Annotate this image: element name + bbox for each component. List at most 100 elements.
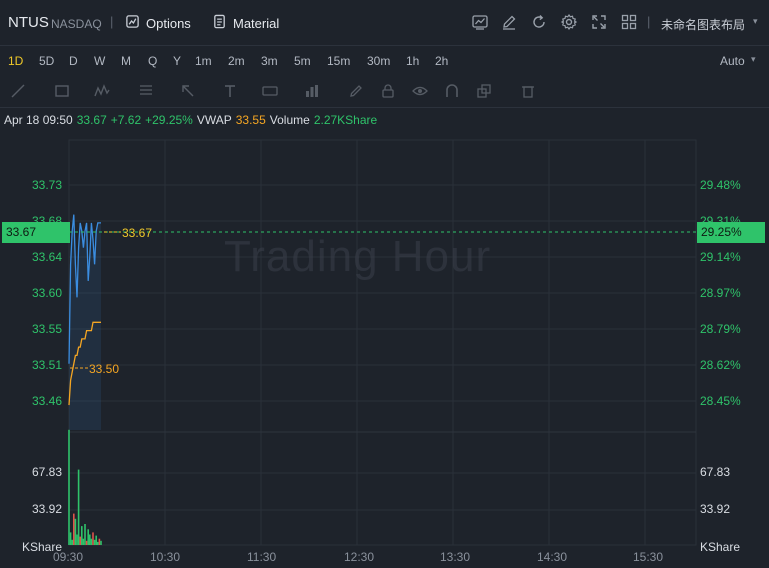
- settings-gear-icon[interactable]: [560, 13, 578, 31]
- quote-change: +7.62: [110, 113, 142, 127]
- material-label: Material: [233, 15, 280, 31]
- interval-d[interactable]: D: [69, 54, 78, 68]
- volume-bar: [97, 541, 99, 545]
- layout-name-dropdown[interactable]: 未命名图表布局: [661, 16, 745, 33]
- vwap-label: VWAP: [196, 113, 232, 127]
- last-price-line-label: 33.67: [122, 226, 153, 240]
- interval-w[interactable]: W: [94, 54, 105, 68]
- volume-bar: [87, 529, 89, 545]
- scale-chevron-down-icon[interactable]: ▾: [751, 54, 756, 65]
- interval-30m[interactable]: 30m: [367, 54, 390, 68]
- refresh-icon[interactable]: [530, 13, 548, 31]
- left-axis-price-label: 33.46: [32, 394, 63, 408]
- time-axis-label: 14:30: [537, 550, 568, 564]
- layout-grid-icon[interactable]: [620, 13, 638, 31]
- quote-change-pct: +29.25%: [145, 113, 193, 127]
- symbol-ticker[interactable]: NTUS: [8, 14, 49, 31]
- left-axis-price-label: 33.55: [32, 322, 63, 336]
- volume-bar: [89, 534, 91, 545]
- chart-type-icon[interactable]: [471, 13, 489, 31]
- pencil-tool-icon[interactable]: [348, 83, 364, 99]
- volume-bar: [71, 539, 73, 545]
- vwap-value: 33.55: [235, 113, 266, 127]
- interval-2m[interactable]: 2m: [228, 54, 245, 68]
- interval-m[interactable]: M: [121, 54, 131, 68]
- options-icon: [125, 14, 140, 32]
- volume-bar: [76, 534, 78, 545]
- time-axis-label: 13:30: [440, 550, 471, 564]
- options-label: Options: [146, 15, 191, 31]
- edit-icon[interactable]: [500, 13, 518, 31]
- time-axis-label: 15:30: [633, 550, 664, 564]
- volume-bar: [68, 429, 70, 545]
- volume-axis-unit-right: KShare: [700, 540, 741, 554]
- time-axis-label: 09:30: [53, 550, 84, 564]
- right-axis-pct-label: 28.97%: [700, 286, 741, 300]
- trendline-tool-icon[interactable]: [10, 83, 26, 99]
- interval-2h[interactable]: 2h: [435, 54, 448, 68]
- quote-legend: Apr 18 09:50 33.67 +7.62 +29.25% VWAP 33…: [4, 113, 377, 127]
- lock-icon[interactable]: [380, 83, 396, 99]
- volume-axis-label-right: 67.83: [700, 465, 731, 479]
- options-button[interactable]: Options: [125, 13, 191, 33]
- volume-bar: [90, 538, 93, 545]
- indicator-tool-icon[interactable]: [304, 83, 320, 99]
- exchange-name: NASDAQ: [51, 17, 102, 31]
- right-axis-pct-label: 28.45%: [700, 394, 741, 408]
- volume-bar: [100, 540, 102, 545]
- volume-bar: [69, 532, 72, 545]
- volume-bar: [73, 513, 75, 545]
- left-axis-price-label: 33.64: [32, 250, 63, 264]
- volume-label: Volume: [269, 113, 310, 127]
- left-axis-price-label: 33.51: [32, 358, 63, 372]
- chart-watermark: Trading Hour: [224, 232, 492, 281]
- layout-chevron-down-icon[interactable]: ▾: [753, 16, 758, 27]
- interval-1h[interactable]: 1h: [406, 54, 419, 68]
- drawing-toolbar: [0, 74, 769, 108]
- measure-tool-icon[interactable]: [262, 83, 278, 99]
- scale-mode-dropdown[interactable]: Auto: [720, 54, 745, 68]
- interval-5m[interactable]: 5m: [294, 54, 311, 68]
- text-tool-icon[interactable]: [222, 83, 238, 99]
- interval-bar: 1D 5D D W M Q Y 1m 2m 3m 5m 15m 30m 1h 2…: [0, 46, 769, 74]
- last-price-badge-left: 33.67: [2, 222, 70, 243]
- interval-5d[interactable]: 5D: [39, 54, 54, 68]
- chart-canvas[interactable]: [0, 130, 769, 568]
- rectangle-tool-icon[interactable]: [54, 83, 70, 99]
- material-icon: [212, 14, 227, 32]
- time-axis-label: 10:30: [150, 550, 181, 564]
- interval-y[interactable]: Y: [173, 54, 181, 68]
- top-toolbar: NTUS NASDAQ | Options Material | 未命名图表布局…: [0, 0, 769, 46]
- volume-bar: [82, 538, 85, 545]
- fib-tool-icon[interactable]: [138, 83, 154, 99]
- price-chart[interactable]: Trading Hour 33.73 33.68 33.64 33.60 33.…: [0, 130, 769, 568]
- interval-q[interactable]: Q: [148, 54, 157, 68]
- interval-15m[interactable]: 15m: [327, 54, 350, 68]
- volume-bar: [74, 518, 77, 545]
- arrow-tool-icon[interactable]: [180, 83, 196, 99]
- clone-icon[interactable]: [476, 83, 492, 99]
- volume-bar: [92, 532, 94, 545]
- trash-icon[interactable]: [520, 83, 536, 99]
- material-button[interactable]: Material: [212, 13, 279, 33]
- volume-bar: [84, 524, 86, 545]
- right-axis-pct-label: 29.14%: [700, 250, 741, 264]
- volume-bar: [98, 538, 101, 545]
- magnet-icon[interactable]: [444, 83, 460, 99]
- volume-bar: [81, 526, 83, 545]
- quote-price: 33.67: [76, 113, 107, 127]
- right-axis-pct-label: 29.48%: [700, 178, 741, 192]
- fullscreen-icon[interactable]: [590, 13, 608, 31]
- interval-1m[interactable]: 1m: [195, 54, 212, 68]
- right-axis-pct-label: 28.79%: [700, 322, 741, 336]
- pattern-tool-icon[interactable]: [94, 83, 110, 99]
- right-axis-pct-label: 28.62%: [700, 358, 741, 372]
- interval-3m[interactable]: 3m: [261, 54, 278, 68]
- volume-bar: [79, 536, 81, 545]
- volume-bar: [77, 469, 80, 545]
- time-axis-label: 11:30: [247, 550, 277, 564]
- last-price-badge-right: 29.25%: [697, 222, 765, 243]
- visibility-eye-icon[interactable]: [412, 83, 428, 99]
- interval-1d[interactable]: 1D: [8, 54, 23, 68]
- toolbar-separator: |: [110, 14, 114, 29]
